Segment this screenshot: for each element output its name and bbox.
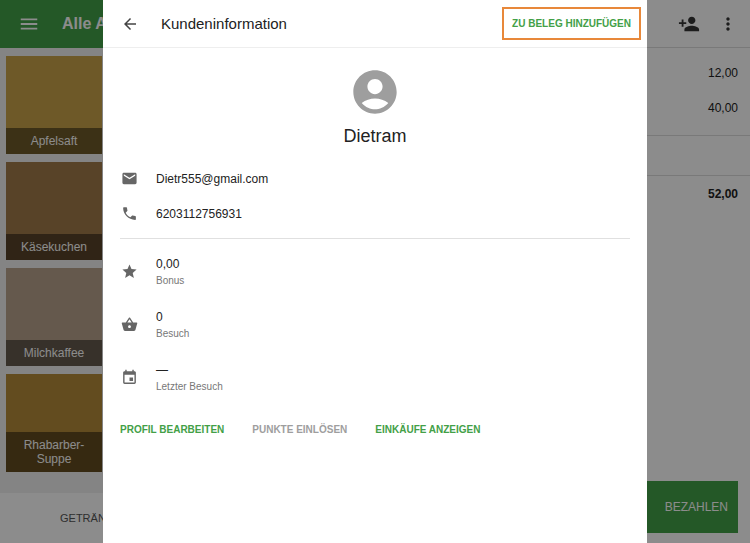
contact-row: Dietr555@gmail.com: [120, 161, 630, 196]
customer-dialog: Kundeninformation ZU BELEG HINZUFÜGEN Diet…: [103, 0, 647, 543]
stat-row: 0,00 Bonus: [120, 245, 630, 298]
action-button[interactable]: EINKÄUFE ANZEIGEN: [375, 420, 480, 439]
stat-text: 0,00 Bonus: [156, 257, 184, 286]
star-icon: [121, 263, 138, 280]
contact-row: 6203112756931: [120, 196, 630, 231]
back-arrow-icon[interactable]: [121, 15, 139, 33]
avatar-icon: [349, 66, 401, 118]
calendar-icon: [121, 369, 138, 386]
dialog-header: Kundeninformation ZU BELEG HINZUFÜGEN: [103, 0, 647, 48]
pos-screen: Alle ArApfelsaftKäsekuchenMilchkaffeeRha…: [0, 0, 750, 543]
phone-icon: [121, 205, 138, 222]
email-icon: [121, 170, 138, 187]
action-button[interactable]: PROFIL BEARBEITEN: [120, 420, 224, 439]
customer-profile: Dietram: [103, 48, 647, 147]
stat-text: 0 Besuch: [156, 310, 189, 339]
stat-text: — Letzter Besuch: [156, 363, 223, 392]
customer-name: Dietram: [343, 126, 406, 147]
stat-label: Letzter Besuch: [156, 381, 223, 392]
details-divider: [120, 238, 630, 239]
stat-value: 0,00: [156, 257, 184, 271]
dialog-title: Kundeninformation: [161, 15, 480, 32]
contact-value: Dietr555@gmail.com: [156, 172, 268, 186]
contact-value: 6203112756931: [156, 207, 242, 221]
customer-details: Dietr555@gmail.com 6203112756931 0,00 Bonus…: [103, 147, 647, 439]
add-to-receipt-button[interactable]: ZU BELEG HINZUFÜGEN: [502, 7, 641, 40]
stat-label: Besuch: [156, 328, 189, 339]
stat-label: Bonus: [156, 275, 184, 286]
stat-value: —: [156, 363, 223, 377]
stat-row: — Letzter Besuch: [120, 351, 630, 404]
basket-icon: [121, 316, 138, 333]
stat-row: 0 Besuch: [120, 298, 630, 351]
action-button: PUNKTE EINLÖSEN: [252, 420, 347, 439]
dialog-actions: PROFIL BEARBEITEN PUNKTE EINLÖSEN EINKÄUFE…: [120, 404, 630, 439]
stat-value: 0: [156, 310, 189, 324]
